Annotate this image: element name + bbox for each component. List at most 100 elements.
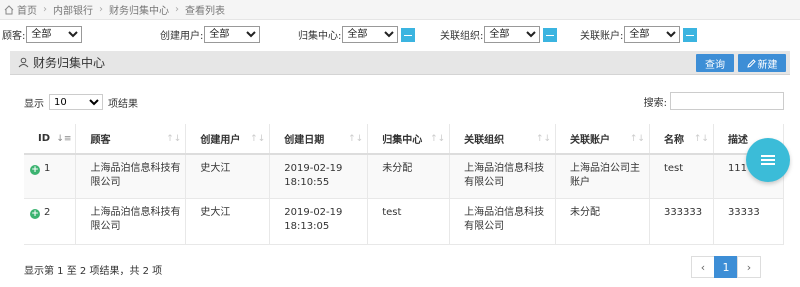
cell-text: 2 [44,206,51,218]
filter-customer: 顾客: 全部 [2,26,83,43]
header-label: 描述 [727,135,748,146]
org-lookup-button[interactable] [543,27,558,42]
expand-plus-icon[interactable]: + [30,208,40,219]
filter-label: 创建用户: [160,31,204,42]
header-label: 关联账户 [570,135,611,146]
header-label: 关联组织 [464,135,505,146]
breadcrumb-finance-center[interactable]: 财务归集中心 [109,2,169,17]
sort-icon: ↑↓ [629,134,645,144]
search-label: 搜索: [643,97,667,109]
col-creator[interactable]: 创建用户 ↑↓ [185,124,271,155]
col-name[interactable]: 名称 ↑↓ [649,124,714,155]
sort-icon: ↑↓ [693,134,709,144]
cell-name: 333333 [649,198,714,245]
filter-label: 归集中心: [298,31,342,42]
cell-account: 上海品泊公司主账户 [555,154,650,199]
header-label: 创建用户 [200,135,241,146]
filter-label: 顾客: [2,31,26,42]
cell-account: 未分配 [555,198,650,245]
home-icon[interactable] [4,4,14,15]
cell-customer: 上海品泊信息科技有限公司 [75,198,187,245]
breadcrumb-home[interactable]: 首页 [17,2,37,17]
cell-center: test [367,198,451,245]
creator-select[interactable]: 全部 [204,26,261,43]
results-label: 项结果 [108,98,138,110]
header-label: 归集中心 [382,135,423,146]
cell-creator: 史大江 [185,154,271,199]
breadcrumb-current: 查看列表 [185,6,225,17]
col-account[interactable]: 关联账户 ↑↓ [555,124,650,155]
account-select[interactable]: 全部 [624,26,681,43]
filter-label: 关联账户: [580,31,624,42]
col-id[interactable]: ID ↓≡ [24,124,77,155]
cell-desc: 33333 [713,198,785,245]
table-search: 搜索: [644,92,784,110]
table-controls: 显示 10 项结果 搜索: [24,92,784,112]
query-label: 查询 [705,59,725,71]
account-lookup-button[interactable] [683,27,698,42]
show-label: 显示 [24,98,44,110]
next-page-button[interactable]: › [737,256,761,278]
cell-date: 2019-02-19 18:10:55 [269,154,369,199]
center-select[interactable]: 全部 [342,26,399,43]
breadcrumb-separator: › [43,4,47,15]
cell-creator: 史大江 [185,198,271,245]
header-label: 顾客 [90,135,111,146]
col-center[interactable]: 归集中心 ↑↓ [367,124,451,155]
breadcrumb-separator: › [175,4,179,15]
cell-name: test [649,154,714,199]
pencil-icon [746,58,756,68]
filter-org: 关联组织: 全部 [440,26,558,43]
data-table: ID ↓≡ 顾客 ↑↓ 创建用户 ↑↓ 创建日期 ↑↓ 归集中心 ↑↓ 关联组织 ↑↓ 关联… [24,124,785,245]
new-label: 新建 [757,59,778,71]
panel-header: 财务归集中心 查询 新建 [10,51,790,75]
page-size-select[interactable]: 10 [49,94,103,110]
cell-center: 未分配 [367,154,451,199]
breadcrumb-internal-bank[interactable]: 内部银行 [53,2,93,17]
new-button[interactable]: 新建 [738,54,786,72]
cell-text: 1 [44,163,51,174]
filter-account: 关联账户: 全部 [580,26,698,43]
page-length: 显示 10 项结果 [24,94,138,110]
center-lookup-button[interactable] [401,27,416,42]
expand-plus-icon[interactable]: + [30,165,40,175]
sort-icon: ↑↓ [166,134,182,144]
header-label: 名称 [663,135,684,146]
cell-date: 2019-02-19 18:13:05 [269,198,369,245]
filter-label: 关联组织: [440,31,484,42]
page-1-button[interactable]: 1 [714,256,738,278]
sort-icon: ↑↓ [430,134,446,144]
floating-menu-button[interactable] [746,138,790,182]
cell-org: 上海品泊信息科技有限公司 [449,198,557,245]
menu-icon [761,155,775,165]
table-row[interactable]: +2 上海品泊信息科技有限公司 史大江 2019-02-19 18:13:05 … [24,198,785,245]
sort-icon: ↑↓ [250,134,266,144]
user-icon [18,57,29,68]
cell-org: 上海品泊信息科技有限公司 [449,154,557,199]
cell-customer: 上海品泊信息科技有限公司 [75,154,187,199]
sort-asc-icon: ↓≡ [56,134,72,144]
col-org[interactable]: 关联组织 ↑↓ [449,124,557,155]
header-label: 创建日期 [284,135,325,146]
pagination: ‹ 1 › [691,256,761,278]
breadcrumb: 首页 › 内部银行 › 财务归集中心 › 查看列表 [0,0,800,20]
page-title: 财务归集中心 [33,56,106,70]
search-input[interactable] [670,92,784,110]
table-info: 显示第 1 至 2 项结果，共 2 项 [24,266,163,277]
table-row[interactable]: +1 上海品泊信息科技有限公司 史大江 2019-02-19 18:10:55 … [24,154,785,199]
filter-center: 归集中心: 全部 [298,26,416,43]
cell-id: +2 [24,198,77,245]
prev-page-button[interactable]: ‹ [691,256,715,278]
filter-creator: 创建用户: 全部 [160,26,261,43]
customer-select[interactable]: 全部 [26,26,83,43]
col-date[interactable]: 创建日期 ↑↓ [269,124,369,155]
sort-icon: ↑↓ [535,134,552,144]
breadcrumb-separator: › [99,4,103,15]
query-button[interactable]: 查询 [696,54,734,72]
header-label: ID [38,133,51,144]
cell-id: +1 [24,154,77,199]
org-select[interactable]: 全部 [484,26,541,43]
sort-icon: ↑↓ [348,134,364,144]
table-header-row: ID ↓≡ 顾客 ↑↓ 创建用户 ↑↓ 创建日期 ↑↓ 归集中心 ↑↓ 关联组织 ↑↓ 关联… [24,124,785,155]
col-customer[interactable]: 顾客 ↑↓ [75,124,187,155]
